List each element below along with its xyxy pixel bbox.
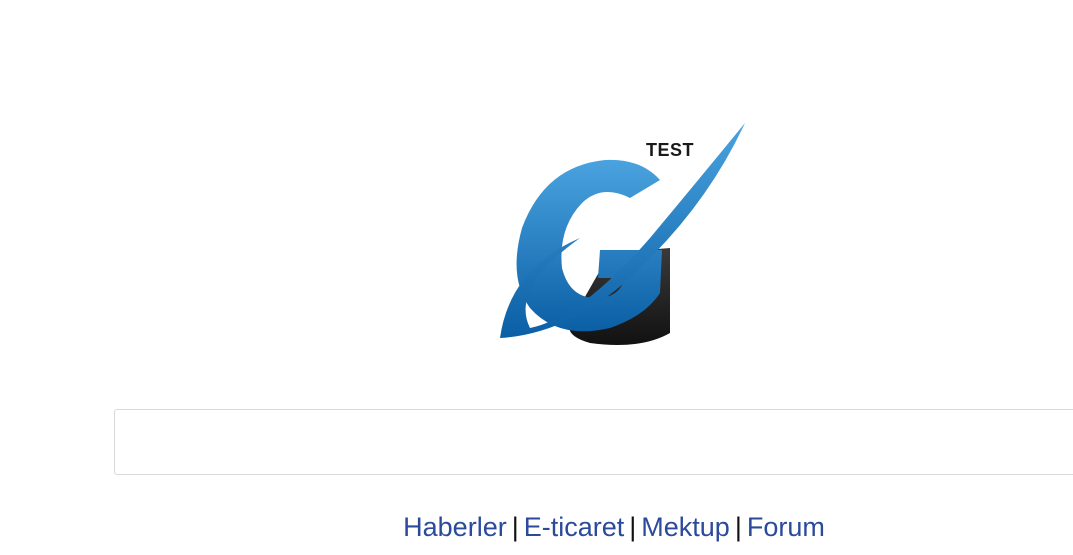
logo: TEST [470, 118, 760, 358]
link-forum[interactable]: Forum [747, 512, 825, 542]
link-separator: | [511, 512, 519, 542]
link-mektup[interactable]: Mektup [641, 512, 730, 542]
page: TEST Haberler | E-ticaret | Mektup | Forum [0, 0, 1073, 555]
link-separator: | [629, 512, 637, 542]
g-swoosh-logo-icon [500, 123, 745, 346]
search-input[interactable] [114, 409, 1073, 475]
logo-text: TEST [646, 140, 695, 160]
link-separator: | [734, 512, 742, 542]
link-haberler[interactable]: Haberler [403, 512, 507, 542]
link-e-ticaret[interactable]: E-ticaret [524, 512, 625, 542]
nav-links: Haberler | E-ticaret | Mektup | Forum [0, 512, 1073, 543]
